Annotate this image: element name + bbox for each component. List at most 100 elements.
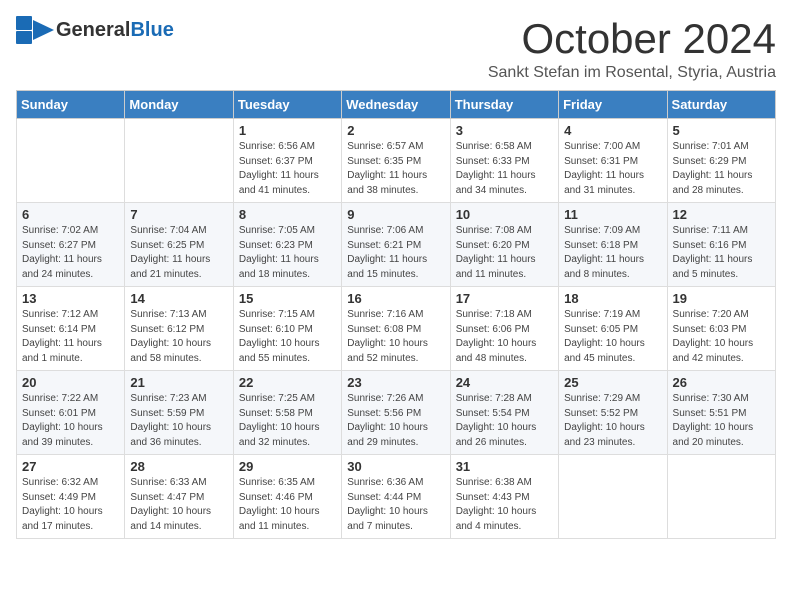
page-header: GeneralBlue October 2024 Sankt Stefan im… [16,16,776,82]
day-number: 25 [564,375,661,390]
calendar-cell: 15 Sunrise: 7:15 AM Sunset: 6:10 PM Dayli… [233,287,341,371]
calendar-cell [17,119,125,203]
day-info: Sunrise: 7:08 AM Sunset: 6:20 PM Dayligh… [456,224,553,282]
day-info: Sunrise: 7:02 AM Sunset: 6:27 PM Dayligh… [22,224,119,282]
day-info: Sunrise: 6:36 AM Sunset: 4:44 PM Dayligh… [347,476,444,534]
calendar-cell: 9 Sunrise: 7:06 AM Sunset: 6:21 PM Daylig… [342,203,450,287]
title-section: October 2024 Sankt Stefan im Rosental, S… [488,16,776,82]
day-number: 1 [239,123,336,138]
calendar-cell: 30Sunrise: 6:36 AM Sunset: 4:44 PM Dayli… [342,455,450,539]
day-info: Sunrise: 7:26 AM Sunset: 5:56 PM Dayligh… [347,392,444,450]
day-info: Sunrise: 7:13 AM Sunset: 6:12 PM Dayligh… [130,308,227,366]
day-number: 21 [130,375,227,390]
day-info: Sunrise: 7:18 AM Sunset: 6:06 PM Dayligh… [456,308,553,366]
day-header-thursday: Thursday [450,91,558,119]
calendar-cell: 25 Sunrise: 7:29 AM Sunset: 5:52 PM Dayli… [559,371,667,455]
logo: GeneralBlue [16,16,174,44]
day-info: Sunrise: 7:25 AM Sunset: 5:58 PM Dayligh… [239,392,336,450]
calendar-cell: 27 Sunrise: 6:32 AM Sunset: 4:49 PM Dayli… [17,455,125,539]
calendar-cell: 31Sunrise: 6:38 AM Sunset: 4:43 PM Dayli… [450,455,558,539]
calendar-week-row: 6 Sunrise: 7:02 AM Sunset: 6:27 PM Daylig… [17,203,776,287]
day-number: 20 [22,375,119,390]
day-info: Sunrise: 6:38 AM Sunset: 4:43 PM Dayligh… [456,476,553,534]
calendar-cell: 16 Sunrise: 7:16 AM Sunset: 6:08 PM Dayli… [342,287,450,371]
day-header-wednesday: Wednesday [342,91,450,119]
day-number: 28 [130,459,227,474]
day-info: Sunrise: 7:06 AM Sunset: 6:21 PM Dayligh… [347,224,444,282]
calendar-cell: 24 Sunrise: 7:28 AM Sunset: 5:54 PM Dayli… [450,371,558,455]
day-info: Sunrise: 7:16 AM Sunset: 6:08 PM Dayligh… [347,308,444,366]
calendar-cell: 20Sunrise: 7:22 AM Sunset: 6:01 PM Dayli… [17,371,125,455]
day-info: Sunrise: 7:29 AM Sunset: 5:52 PM Dayligh… [564,392,661,450]
day-info: Sunrise: 6:56 AM Sunset: 6:37 PM Dayligh… [239,140,336,198]
calendar-cell: 10 Sunrise: 7:08 AM Sunset: 6:20 PM Dayli… [450,203,558,287]
day-number: 22 [239,375,336,390]
day-info: Sunrise: 7:19 AM Sunset: 6:05 PM Dayligh… [564,308,661,366]
calendar-cell: 4 Sunrise: 7:00 AM Sunset: 6:31 PM Daylig… [559,119,667,203]
day-number: 16 [347,291,444,306]
calendar-cell: 18 Sunrise: 7:19 AM Sunset: 6:05 PM Dayli… [559,287,667,371]
day-header-sunday: Sunday [17,91,125,119]
day-info: Sunrise: 7:23 AM Sunset: 5:59 PM Dayligh… [130,392,227,450]
day-number: 18 [564,291,661,306]
day-info: Sunrise: 7:04 AM Sunset: 6:25 PM Dayligh… [130,224,227,282]
calendar-cell: 8Sunrise: 7:05 AM Sunset: 6:23 PM Daylig… [233,203,341,287]
logo-blue: Blue [130,19,173,41]
day-info: Sunrise: 6:33 AM Sunset: 4:47 PM Dayligh… [130,476,227,534]
day-header-tuesday: Tuesday [233,91,341,119]
calendar-cell: 11 Sunrise: 7:09 AM Sunset: 6:18 PM Dayli… [559,203,667,287]
day-number: 27 [22,459,119,474]
calendar-cell: 2 Sunrise: 6:57 AM Sunset: 6:35 PM Daylig… [342,119,450,203]
calendar-cell: 12 Sunrise: 7:11 AM Sunset: 6:16 PM Dayli… [667,203,775,287]
day-info: Sunrise: 7:09 AM Sunset: 6:18 PM Dayligh… [564,224,661,282]
day-info: Sunrise: 7:11 AM Sunset: 6:16 PM Dayligh… [673,224,770,282]
calendar-week-row: 27 Sunrise: 6:32 AM Sunset: 4:49 PM Dayli… [17,455,776,539]
day-number: 19 [673,291,770,306]
calendar-cell: 7Sunrise: 7:04 AM Sunset: 6:25 PM Daylig… [125,203,233,287]
calendar-cell: 23Sunrise: 7:26 AM Sunset: 5:56 PM Dayli… [342,371,450,455]
day-header-saturday: Saturday [667,91,775,119]
day-info: Sunrise: 7:28 AM Sunset: 5:54 PM Dayligh… [456,392,553,450]
month-title: October 2024 [488,16,776,62]
day-number: 10 [456,207,553,222]
day-number: 14 [130,291,227,306]
location-subtitle: Sankt Stefan im Rosental, Styria, Austri… [488,64,776,82]
day-number: 11 [564,207,661,222]
day-info: Sunrise: 7:05 AM Sunset: 6:23 PM Dayligh… [239,224,336,282]
calendar-cell [559,455,667,539]
calendar-cell [667,455,775,539]
calendar-table: SundayMondayTuesdayWednesdayThursdayFrid… [16,90,776,539]
day-number: 17 [456,291,553,306]
day-info: Sunrise: 6:57 AM Sunset: 6:35 PM Dayligh… [347,140,444,198]
day-number: 2 [347,123,444,138]
calendar-cell: 22 Sunrise: 7:25 AM Sunset: 5:58 PM Dayli… [233,371,341,455]
day-info: Sunrise: 6:35 AM Sunset: 4:46 PM Dayligh… [239,476,336,534]
calendar-cell: 26Sunrise: 7:30 AM Sunset: 5:51 PM Dayli… [667,371,775,455]
day-number: 15 [239,291,336,306]
day-number: 3 [456,123,553,138]
day-info: Sunrise: 7:01 AM Sunset: 6:29 PM Dayligh… [673,140,770,198]
day-number: 5 [673,123,770,138]
calendar-cell: 13Sunrise: 7:12 AM Sunset: 6:14 PM Dayli… [17,287,125,371]
day-number: 4 [564,123,661,138]
day-header-friday: Friday [559,91,667,119]
day-number: 29 [239,459,336,474]
calendar-cell: 1 Sunrise: 6:56 AM Sunset: 6:37 PM Daylig… [233,119,341,203]
calendar-cell: 17 Sunrise: 7:18 AM Sunset: 6:06 PM Dayli… [450,287,558,371]
day-number: 9 [347,207,444,222]
calendar-cell: 5 Sunrise: 7:01 AM Sunset: 6:29 PM Daylig… [667,119,775,203]
day-number: 24 [456,375,553,390]
calendar-week-row: 1 Sunrise: 6:56 AM Sunset: 6:37 PM Daylig… [17,119,776,203]
day-number: 6 [22,207,119,222]
day-info: Sunrise: 6:58 AM Sunset: 6:33 PM Dayligh… [456,140,553,198]
day-number: 12 [673,207,770,222]
calendar-cell: 19Sunrise: 7:20 AM Sunset: 6:03 PM Dayli… [667,287,775,371]
day-info: Sunrise: 7:00 AM Sunset: 6:31 PM Dayligh… [564,140,661,198]
day-header-monday: Monday [125,91,233,119]
day-info: Sunrise: 6:32 AM Sunset: 4:49 PM Dayligh… [22,476,119,534]
calendar-week-row: 20Sunrise: 7:22 AM Sunset: 6:01 PM Dayli… [17,371,776,455]
calendar-cell [125,119,233,203]
day-info: Sunrise: 7:15 AM Sunset: 6:10 PM Dayligh… [239,308,336,366]
logo-general: General [56,19,130,41]
calendar-cell: 28 Sunrise: 6:33 AM Sunset: 4:47 PM Dayli… [125,455,233,539]
